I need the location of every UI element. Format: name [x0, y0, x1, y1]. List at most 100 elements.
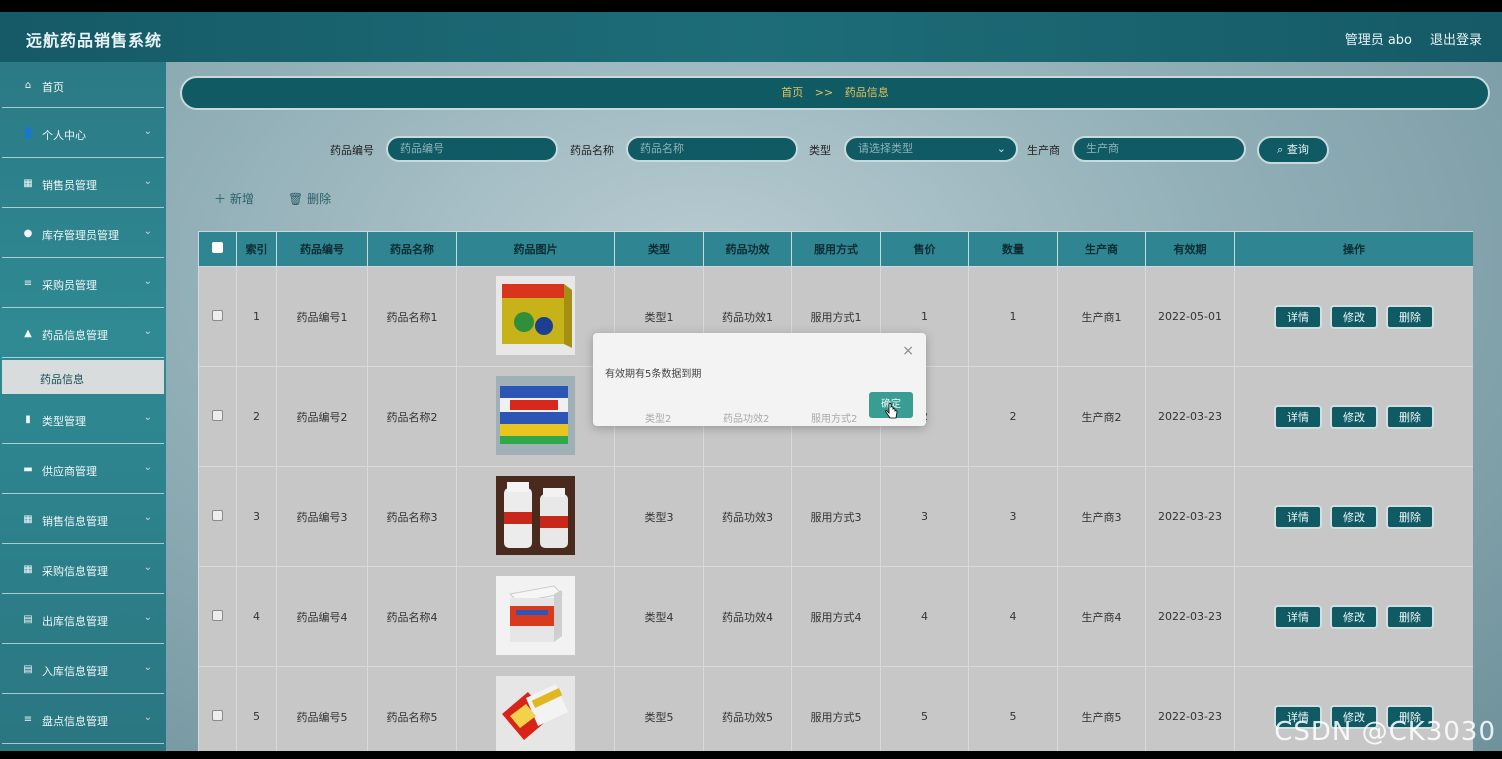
- cell-code: 药品编号3: [276, 466, 368, 567]
- sidebar-item-11[interactable]: ▤ 入库信息管理 ⌄: [2, 646, 164, 694]
- current-user: 管理员 abo: [1344, 33, 1412, 48]
- row-select-cell: [198, 666, 237, 751]
- detail-button[interactable]: 详情: [1274, 604, 1322, 629]
- edit-button[interactable]: 修改: [1330, 604, 1378, 629]
- cell-type: 类型5: [614, 666, 704, 751]
- column-header: 药品图片: [456, 231, 615, 267]
- chevron-down-icon: ⌄: [143, 276, 152, 287]
- code-placeholder: 药品编号: [400, 142, 444, 155]
- briefcase-icon: ▬: [23, 464, 33, 475]
- cell-type: 类型4: [614, 566, 704, 667]
- drug-table: 索引 药品编号 药品名称 药品图片 类型 药品功效 服用方式 售价 数量 生产商 有效期 操作 1 药品…: [198, 231, 1473, 751]
- ghost-type: 类型2: [645, 414, 672, 425]
- column-header: 药品名称: [367, 231, 457, 267]
- logout-link[interactable]: 退出登录: [1430, 29, 1482, 48]
- sidebar-item-1[interactable]: 👤 个人中心 ⌄: [2, 110, 164, 158]
- row-actions-cell: 详情 修改 删除: [1234, 366, 1473, 467]
- row-checkbox[interactable]: [212, 609, 223, 621]
- detail-button[interactable]: 详情: [1274, 404, 1322, 429]
- row-checkbox[interactable]: [212, 409, 223, 421]
- close-icon[interactable]: ×: [902, 343, 914, 359]
- cell-usage: 服用方式4: [791, 566, 881, 667]
- cell-expiry: 2022-03-23: [1145, 366, 1235, 467]
- cell-name: 药品名称4: [367, 566, 457, 667]
- row-actions-cell: 详情 修改 删除: [1234, 266, 1473, 367]
- sidebar-item-5[interactable]: ▲ 药品信息管理 ⌄: [2, 310, 164, 358]
- sidebar-item-0[interactable]: ⌂ 首页: [2, 62, 164, 108]
- chevron-down-icon: ⌄: [143, 712, 152, 723]
- sidebar-item-6[interactable]: ▮ 类型管理 ⌄: [2, 396, 164, 444]
- sidebar-item-3[interactable]: ● 库存管理员管理 ⌄: [2, 210, 164, 258]
- row-select-cell: [198, 566, 237, 667]
- edit-button[interactable]: 修改: [1330, 404, 1378, 429]
- sidebar-item-label: 出库信息管理: [42, 615, 108, 628]
- sidebar-item-7[interactable]: ▬ 供应商管理 ⌄: [2, 446, 164, 494]
- cell-name: 药品名称3: [367, 466, 457, 567]
- name-label: 药品名称: [570, 144, 614, 157]
- delete-button[interactable]: 删除: [1386, 404, 1434, 429]
- add-button[interactable]: ＋ 新增: [214, 190, 254, 207]
- batch-delete-button[interactable]: 🗑 删除: [288, 190, 331, 207]
- sidebar-item-label: 首页: [42, 81, 64, 94]
- sidebar-item-12[interactable]: ≡ 盘点信息管理 ⌄: [2, 696, 164, 744]
- clipboard-icon: ▤: [23, 614, 33, 625]
- maker-input[interactable]: 生产商: [1072, 136, 1246, 162]
- maker-label: 生产商: [1027, 144, 1060, 157]
- select-all-cell: [198, 231, 237, 267]
- type-select[interactable]: 请选择类型 ⌄: [844, 136, 1018, 162]
- ghost-effect: 药品功效2: [723, 414, 770, 425]
- sidebar-item-2[interactable]: ▦ 销售员管理 ⌄: [2, 160, 164, 208]
- cell-code: 药品编号2: [276, 366, 368, 467]
- cell-effect: 药品功效5: [703, 666, 792, 751]
- sidebar-item-label: 库存管理员管理: [42, 229, 119, 242]
- type-placeholder: 请选择类型: [858, 142, 913, 155]
- cell-maker: 生产商5: [1057, 666, 1146, 751]
- sidebar-subitem-drug-info[interactable]: 药品信息: [2, 360, 164, 394]
- detail-button[interactable]: 详情: [1274, 504, 1322, 529]
- drug-image: [496, 575, 575, 655]
- bar-chart-icon: ▮: [25, 414, 31, 425]
- chevron-down-icon: ⌄: [143, 462, 152, 473]
- row-checkbox[interactable]: [212, 509, 223, 521]
- cell-qty: 1: [968, 266, 1058, 367]
- chevron-down-icon: ⌄: [143, 176, 152, 187]
- cell-price: 5: [880, 666, 969, 751]
- detail-button[interactable]: 详情: [1274, 304, 1322, 329]
- sidebar-item-9[interactable]: ▦ 采购信息管理 ⌄: [2, 546, 164, 594]
- cell-index: 3: [236, 466, 277, 567]
- cell-type: 类型3: [614, 466, 704, 567]
- row-checkbox[interactable]: [212, 709, 223, 721]
- query-button[interactable]: ⌕ 查询: [1257, 136, 1329, 164]
- breadcrumb-home[interactable]: 首页: [781, 86, 803, 99]
- column-header: 售价: [880, 231, 969, 267]
- delete-button[interactable]: 删除: [1386, 504, 1434, 529]
- name-input[interactable]: 药品名称: [626, 136, 798, 162]
- edit-button[interactable]: 修改: [1330, 304, 1378, 329]
- ghost-usage: 服用方式2: [811, 414, 858, 425]
- sidebar-item-label: 入库信息管理: [42, 665, 108, 678]
- plus-icon: ＋: [214, 192, 227, 206]
- select-all-checkbox[interactable]: [212, 242, 223, 253]
- delete-button[interactable]: 删除: [1386, 604, 1434, 629]
- sidebar-item-8[interactable]: ▦ 销售信息管理 ⌄: [2, 496, 164, 544]
- cell-name: 药品名称1: [367, 266, 457, 367]
- drug-image-cell: [456, 666, 615, 751]
- query-label: 查询: [1286, 143, 1309, 156]
- row-checkbox[interactable]: [212, 309, 223, 321]
- code-input[interactable]: 药品编号: [386, 136, 558, 162]
- code-label: 药品编号: [330, 144, 374, 157]
- column-header: 药品编号: [276, 231, 368, 267]
- cell-price: 4: [880, 566, 969, 667]
- chevron-down-icon: ⌄: [143, 226, 152, 237]
- cell-maker: 生产商2: [1057, 366, 1146, 467]
- drug-image: [496, 375, 575, 455]
- row-select-cell: [198, 366, 237, 467]
- edit-button[interactable]: 修改: [1330, 504, 1378, 529]
- cell-qty: 4: [968, 566, 1058, 667]
- cell-expiry: 2022-05-01: [1145, 266, 1235, 367]
- chevron-down-icon: ⌄: [143, 512, 152, 523]
- sidebar-item-label: 销售信息管理: [42, 515, 108, 528]
- delete-button[interactable]: 删除: [1386, 304, 1434, 329]
- sidebar-item-4[interactable]: ≡ 采购员管理 ⌄: [2, 260, 164, 308]
- sidebar-item-10[interactable]: ▤ 出库信息管理 ⌄: [2, 596, 164, 644]
